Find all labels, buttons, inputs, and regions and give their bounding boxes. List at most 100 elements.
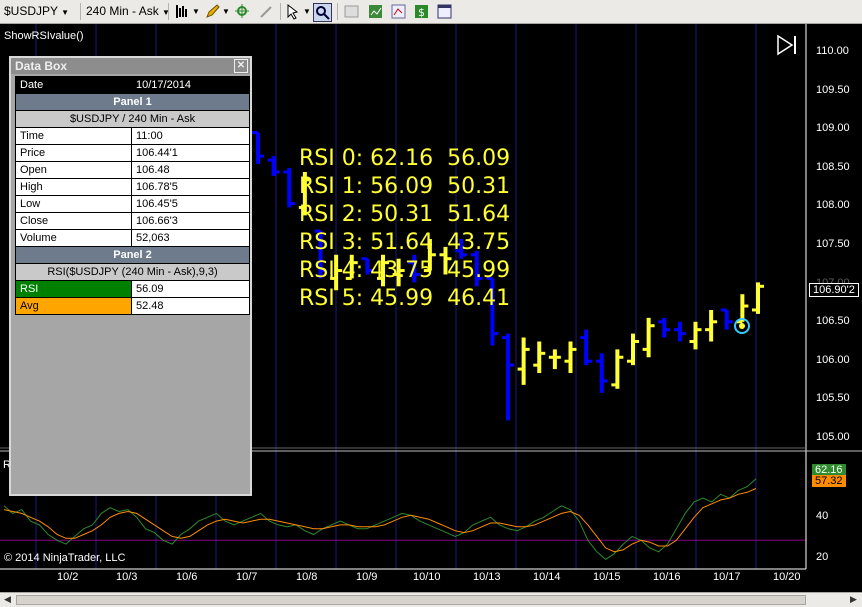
price-tick: 105.50	[816, 392, 850, 404]
dropdown-arrow-icon: ▼	[61, 8, 70, 17]
dollar-icon[interactable]: $	[413, 3, 430, 20]
crosshair-icon[interactable]	[234, 3, 251, 20]
panel2-series: RSI($USDJPY (240 Min - Ask),9,3)	[15, 263, 250, 281]
data-box-window[interactable]: Data Box ✕ Date 10/17/2014 Panel 1 $USDJ…	[9, 56, 252, 496]
price-tick: 109.00	[816, 122, 850, 134]
interval-label: 240 Min - Ask	[86, 4, 159, 18]
rsi-tick: 40	[816, 510, 829, 522]
avg-value-tag: 57.32	[812, 475, 846, 487]
pointer-icon[interactable]	[285, 3, 302, 20]
current-price-tag: 106.90'2	[809, 283, 859, 297]
avg-value: 52.48	[131, 297, 250, 315]
rsi-value: 56.09	[131, 280, 250, 298]
row-value: 106.48	[131, 161, 250, 179]
scroll-right-icon[interactable]: ▶	[847, 594, 860, 606]
row-label: Open	[15, 161, 132, 179]
price-bar	[658, 317, 671, 338]
interval-selector[interactable]: 240 Min - Ask ▼	[86, 4, 170, 18]
date-tick: 10/15	[593, 571, 621, 583]
row-label: Volume	[15, 229, 132, 247]
panel1-series-row: $USDJPY / 240 Min - Ask	[15, 110, 250, 128]
date-tick: 10/7	[236, 571, 258, 583]
panel2-header: Panel 2	[15, 246, 250, 264]
window-icon[interactable]	[436, 3, 453, 20]
toolbar-separator	[337, 3, 338, 20]
dropdown-arrow-icon[interactable]: ▼	[222, 7, 230, 16]
date-tick: 10/20	[773, 571, 801, 583]
price-bar	[705, 309, 718, 342]
date-tick: 10/2	[57, 571, 79, 583]
price-tick: 106.50	[816, 315, 850, 327]
panel1-title: Panel 1	[15, 93, 250, 111]
price-tick: 108.00	[816, 199, 850, 211]
toolbar-separator	[168, 3, 169, 20]
panel2-series-row: RSI($USDJPY (240 Min - Ask),9,3)	[15, 263, 250, 281]
price-tick: 107.50	[816, 238, 850, 250]
price-bar	[252, 131, 264, 165]
scroll-left-icon[interactable]: ◀	[1, 594, 14, 606]
data-box-titlebar[interactable]: Data Box ✕	[11, 58, 250, 74]
indicators-icon[interactable]	[367, 3, 384, 20]
instrument-selector[interactable]: $USDJPY ▼	[4, 4, 69, 18]
instrument-label: $USDJPY	[4, 4, 58, 18]
row-value: 52,063	[131, 229, 250, 247]
row-label: Low	[15, 195, 132, 213]
pencil-icon[interactable]	[204, 3, 221, 20]
scroll-to-end-icon[interactable]	[777, 34, 796, 56]
price-bar	[689, 321, 702, 350]
date-row: Date 10/17/2014	[15, 76, 250, 94]
zoom-icon[interactable]	[313, 3, 332, 22]
price-tick: 105.00	[816, 431, 850, 443]
price-bar	[533, 341, 546, 374]
properties-icon[interactable]	[343, 3, 360, 20]
close-icon[interactable]: ✕	[234, 59, 248, 73]
copyright-label: © 2014 NinjaTrader, LLC	[4, 552, 126, 564]
data-row: Price 106.44'1	[15, 144, 250, 162]
bar-type-icon[interactable]	[174, 3, 191, 20]
toolbar-separator	[280, 3, 281, 20]
horizontal-scrollbar[interactable]: ◀ ▶	[0, 592, 862, 607]
cursor-marker-dot	[739, 323, 745, 329]
date-tick: 10/9	[356, 571, 378, 583]
date-tick: 10/8	[296, 571, 318, 583]
price-bar	[736, 294, 749, 324]
data-row: Time 11:00	[15, 127, 250, 145]
date-tick: 10/16	[653, 571, 681, 583]
price-bar	[752, 282, 764, 314]
data-box-table: Date 10/17/2014 Panel 1 $USDJPY / 240 Mi…	[15, 76, 250, 315]
chart-toolbar: $USDJPY ▼ 240 Min - Ask ▼ ▼ ▼ ▼ $	[0, 0, 862, 24]
date-value: 10/17/2014	[131, 76, 250, 94]
panel1-header: Panel 1	[15, 93, 250, 111]
price-bar	[580, 329, 593, 366]
rsi-tick: 20	[816, 551, 829, 563]
strategies-icon[interactable]	[390, 3, 407, 20]
rsi-line-2: RSI 2: 50.31 51.64	[299, 202, 511, 227]
data-row: High 106.78'5	[15, 178, 250, 196]
rsi-line-1: RSI 1: 56.09 50.31	[299, 174, 511, 199]
data-box-title: Data Box	[15, 59, 68, 73]
avg-label: Avg	[15, 297, 132, 315]
scroll-thumb[interactable]	[16, 595, 806, 605]
price-tick: 108.50	[816, 161, 850, 173]
date-tick: 10/14	[533, 571, 561, 583]
dropdown-arrow-icon[interactable]: ▼	[192, 7, 200, 16]
data-row: Volume 52,063	[15, 229, 250, 247]
price-tick: 109.50	[816, 84, 850, 96]
price-tick: 106.00	[816, 354, 850, 366]
rsi-line-4: RSI 4: 43.75 45.99	[299, 258, 511, 283]
rsi-row: RSI 56.09	[15, 280, 250, 298]
rsi-line-5: RSI 5: 45.99 46.41	[299, 286, 511, 311]
price-bar	[611, 349, 624, 389]
avg-row: Avg 52.48	[15, 297, 250, 315]
price-bar	[627, 333, 639, 366]
price-bar	[564, 341, 577, 374]
magnet-icon[interactable]	[258, 3, 275, 20]
date-tick: 10/6	[176, 571, 198, 583]
panel2-title: Panel 2	[15, 246, 250, 264]
price-bar	[502, 333, 514, 421]
dropdown-arrow-icon[interactable]: ▼	[303, 7, 311, 16]
toolbar-separator	[80, 3, 81, 20]
row-value: 11:00	[131, 127, 250, 145]
data-row: Low 106.45'5	[15, 195, 250, 213]
rsi-line-0: RSI 0: 62.16 56.09	[299, 146, 511, 171]
